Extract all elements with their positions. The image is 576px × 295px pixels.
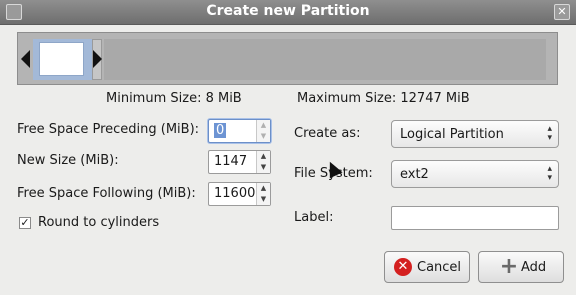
free-space-following-value[interactable]: 11600 [214, 186, 255, 201]
combo-chevron-icon: ▴ ▾ [547, 124, 552, 143]
label-input[interactable] [391, 206, 559, 230]
spin-down-icon[interactable]: ▼ [257, 162, 270, 173]
title-bar: Create new Partition ✕ [0, 0, 576, 25]
triangle-left-icon[interactable] [21, 50, 30, 68]
round-to-cylinders-label[interactable]: Round to cylinders [38, 215, 159, 230]
free-space-preceding-spinner[interactable]: 0 ▲ ▼ [208, 119, 271, 143]
file-system-value: ext2 [400, 167, 429, 182]
add-button[interactable]: + Add [478, 251, 564, 283]
create-as-value: Logical Partition [400, 127, 504, 142]
new-size-spinner[interactable]: 1147 ▲ ▼ [208, 150, 271, 174]
file-system-combo[interactable]: ext2 ▴ ▾ [391, 160, 559, 188]
free-space-following-label: Free Space Following (MiB): [17, 186, 196, 201]
cancel-button-label: Cancel [417, 260, 462, 275]
spin-up-icon[interactable]: ▲ [257, 151, 270, 162]
spin-up-icon[interactable]: ▲ [257, 120, 270, 131]
cancel-icon: ✕ [394, 258, 412, 276]
minimum-size-label: Minimum Size: 8 MiB [106, 91, 242, 106]
spin-up-icon[interactable]: ▲ [257, 183, 270, 194]
combo-chevron-icon: ▴ ▾ [547, 164, 552, 183]
spin-down-icon[interactable]: ▼ [257, 131, 270, 142]
new-partition-used-area [39, 42, 84, 76]
create-as-combo[interactable]: Logical Partition ▴ ▾ [391, 120, 559, 148]
free-space-preceding-value[interactable]: 0 [214, 123, 227, 138]
label-field-label: Label: [294, 210, 334, 225]
window-title: Create new Partition [206, 3, 370, 19]
new-size-value[interactable]: 1147 [214, 154, 247, 169]
spinner-arrows[interactable]: ▲ ▼ [256, 120, 270, 142]
unallocated-space [104, 39, 546, 80]
triangle-right-icon[interactable] [93, 50, 102, 68]
spinner-arrows[interactable]: ▲ ▼ [256, 183, 270, 205]
new-size-label: New Size (MiB): [17, 153, 119, 168]
spinner-arrows[interactable]: ▲ ▼ [256, 151, 270, 173]
create-as-label: Create as: [294, 126, 361, 141]
add-button-label: Add [521, 260, 547, 275]
maximum-size-label: Maximum Size: 12747 MiB [297, 91, 470, 106]
cancel-button[interactable]: ✕ Cancel [384, 251, 470, 283]
round-to-cylinders-checkbox[interactable]: ✓ [19, 217, 31, 229]
plus-icon: + [499, 254, 519, 279]
spin-down-icon[interactable]: ▼ [257, 194, 270, 205]
free-space-following-spinner[interactable]: 11600 ▲ ▼ [208, 182, 271, 206]
partition-visualizer[interactable] [17, 32, 558, 85]
free-space-preceding-label: Free Space Preceding (MiB): [17, 122, 200, 137]
close-icon[interactable]: ✕ [554, 4, 570, 20]
